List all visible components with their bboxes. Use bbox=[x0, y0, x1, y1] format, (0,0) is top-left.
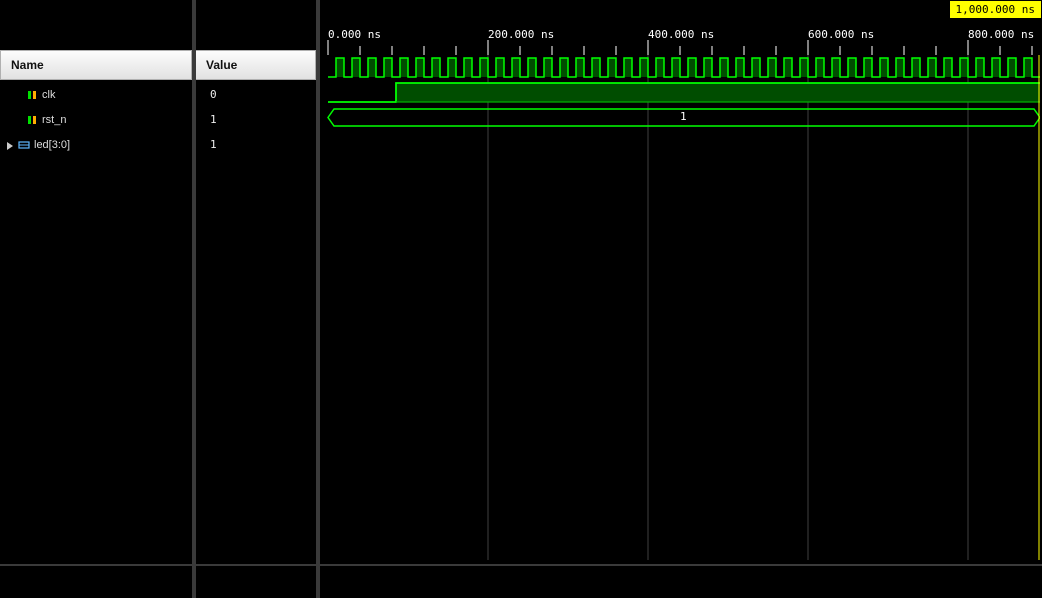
value-row-rst-n[interactable]: 1 bbox=[196, 107, 316, 132]
signal-row-clk[interactable]: clk bbox=[0, 82, 192, 107]
name-panel-footer bbox=[0, 564, 192, 598]
signal-value-rst-n: 1 bbox=[210, 113, 217, 126]
signal-row-led[interactable]: led[3:0] bbox=[0, 132, 192, 157]
signal-value-clk: 0 bbox=[210, 88, 217, 101]
wave-panel-footer bbox=[320, 564, 1042, 598]
cursor-time-badge[interactable]: 1,000.000 ns bbox=[949, 0, 1042, 19]
scalar-signal-icon bbox=[26, 89, 38, 101]
value-column-header-label: Value bbox=[206, 58, 237, 72]
value-rows: 0 1 1 bbox=[196, 80, 316, 564]
ruler-tick-label-4: 800.000 ns bbox=[968, 28, 1034, 41]
name-rows: clk rst_n led[3:0] bbox=[0, 80, 192, 564]
ruler-tick-label-3: 600.000 ns bbox=[808, 28, 874, 41]
value-panel-top-spacer bbox=[196, 0, 316, 25]
name-column-header-label: Name bbox=[11, 58, 44, 72]
name-panel-top-spacer bbox=[0, 0, 192, 25]
value-panel: Value 0 1 1 bbox=[196, 0, 316, 598]
ruler-tick-label-1: 200.000 ns bbox=[488, 28, 554, 41]
waveform-panel: 1,000.000 ns 0.000 ns 200.000 ns 400.000… bbox=[320, 0, 1042, 598]
value-row-led[interactable]: 1 bbox=[196, 132, 316, 157]
value-panel-footer bbox=[196, 564, 316, 598]
cursor-time-label: 1,000.000 ns bbox=[956, 3, 1035, 16]
name-column-header[interactable]: Name bbox=[0, 50, 192, 80]
ruler-tick-label-2: 400.000 ns bbox=[648, 28, 714, 41]
value-column-header[interactable]: Value bbox=[196, 50, 316, 80]
signal-name-clk: clk bbox=[42, 89, 55, 101]
value-row-clk[interactable]: 0 bbox=[196, 82, 316, 107]
waveform-viewer: Name clk rst_n le bbox=[0, 0, 1042, 598]
signal-value-led: 1 bbox=[210, 138, 217, 151]
signal-name-rst-n: rst_n bbox=[42, 114, 66, 126]
bus-value-label: 1 bbox=[680, 110, 687, 123]
ruler-tick-label-0: 0.000 ns bbox=[328, 28, 381, 41]
signal-name-led: led[3:0] bbox=[34, 139, 70, 151]
time-ruler[interactable]: 0.000 ns 200.000 ns 400.000 ns 600.000 n… bbox=[320, 25, 1042, 55]
bus-signal-icon bbox=[18, 139, 30, 151]
name-panel: Name clk rst_n le bbox=[0, 0, 192, 598]
chevron-right-icon[interactable] bbox=[6, 141, 14, 149]
waveform-area[interactable]: 1 bbox=[320, 55, 1042, 564]
scalar-signal-icon bbox=[26, 114, 38, 126]
wave-top-bar: 1,000.000 ns bbox=[320, 0, 1042, 25]
signal-row-rst-n[interactable]: rst_n bbox=[0, 107, 192, 132]
